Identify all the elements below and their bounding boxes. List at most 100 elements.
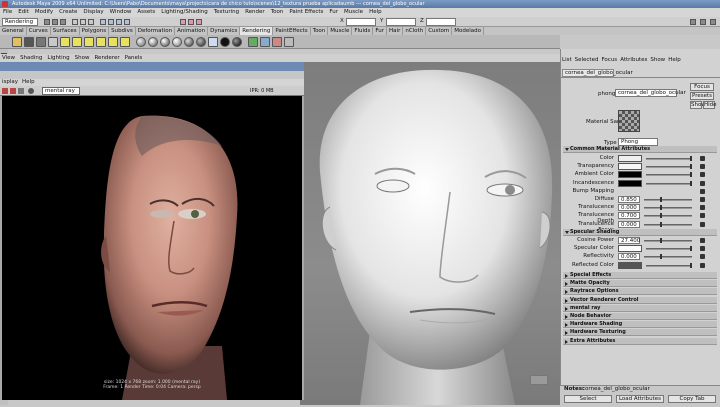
show-attribute-editor-icon[interactable] bbox=[690, 19, 696, 25]
attr-slider[interactable] bbox=[646, 182, 692, 185]
show-channel-box-icon[interactable] bbox=[700, 19, 706, 25]
renderer-dropdown[interactable]: mental ray bbox=[42, 87, 80, 95]
attr-value-field[interactable]: 0.000 bbox=[618, 220, 640, 228]
map-texture-icon[interactable] bbox=[700, 254, 705, 260]
shelf-tab-fluids[interactable]: Fluids bbox=[352, 27, 374, 35]
shelf-tab-subdivs[interactable]: Subdivs bbox=[109, 27, 136, 35]
viewport-menu-shading[interactable]: Shading bbox=[20, 55, 42, 61]
attr-value-field[interactable]: 0.000 bbox=[618, 204, 640, 212]
ae-menu-selected[interactable]: Selected bbox=[575, 57, 599, 63]
shelf-tab-custom[interactable]: Custom bbox=[426, 27, 453, 35]
map-texture-icon[interactable] bbox=[700, 197, 705, 202]
slider-knob[interactable] bbox=[690, 180, 692, 186]
menu-set-selector[interactable]: Rendering bbox=[2, 18, 38, 26]
attr-color-swatch[interactable] bbox=[618, 163, 642, 171]
shelf-tab-muscle[interactable]: Muscle bbox=[328, 27, 353, 35]
menu-toon[interactable]: Toon bbox=[271, 9, 284, 15]
shelf-tab-dynamics[interactable]: Dynamics bbox=[208, 27, 241, 35]
use-background-icon[interactable] bbox=[232, 37, 242, 47]
new-scene-icon[interactable] bbox=[44, 19, 50, 25]
menu-file[interactable]: File bbox=[3, 9, 12, 15]
select-component-icon[interactable] bbox=[88, 19, 94, 25]
slider-knob[interactable] bbox=[690, 246, 692, 252]
ipr-render-icon[interactable] bbox=[188, 19, 194, 25]
attr-slider[interactable] bbox=[644, 215, 692, 218]
select-object-icon[interactable] bbox=[80, 19, 86, 25]
map-texture-icon[interactable] bbox=[700, 156, 705, 161]
render-view-menu-isplay[interactable]: isplay bbox=[2, 79, 18, 85]
ipr-icon[interactable] bbox=[36, 37, 46, 47]
menu-window[interactable]: Window bbox=[110, 9, 132, 15]
lambert-shader-icon[interactable] bbox=[136, 37, 146, 47]
menu-texturing[interactable]: Texturing bbox=[214, 9, 239, 15]
slider-knob[interactable] bbox=[690, 172, 692, 178]
hypershade-icon[interactable] bbox=[260, 37, 270, 47]
attr-value-field[interactable]: 27.400 bbox=[618, 237, 640, 244]
viewport-menu-renderer[interactable]: Renderer bbox=[94, 55, 119, 61]
render-globals-icon[interactable] bbox=[48, 37, 58, 47]
render-current-frame-icon[interactable] bbox=[24, 37, 34, 47]
attr-color-swatch[interactable] bbox=[618, 155, 642, 162]
slider-knob[interactable] bbox=[690, 156, 692, 161]
y-field[interactable] bbox=[386, 18, 416, 26]
phong-shader-icon[interactable] bbox=[160, 37, 170, 47]
shelf-tab-animation[interactable]: Animation bbox=[175, 27, 209, 35]
render-settings-icon[interactable] bbox=[196, 19, 202, 25]
map-texture-icon[interactable] bbox=[700, 172, 705, 178]
batch-render-icon[interactable] bbox=[284, 37, 294, 47]
section-hardware-shading[interactable]: Hardware Shading bbox=[563, 321, 717, 329]
attr-slider[interactable] bbox=[644, 240, 692, 242]
copy-tab-button[interactable]: Copy Tab bbox=[668, 395, 716, 403]
phonge-shader-icon[interactable] bbox=[172, 37, 182, 47]
attr-slider[interactable] bbox=[644, 256, 692, 259]
specular-shading-section[interactable]: Specular Shading bbox=[563, 229, 717, 236]
menu-muscle[interactable]: Muscle bbox=[344, 9, 363, 15]
shelf-tab-curves[interactable]: Curves bbox=[27, 27, 51, 35]
presets-button[interactable]: Presets bbox=[690, 92, 714, 100]
attr-color-swatch[interactable] bbox=[618, 245, 642, 253]
map-texture-icon[interactable] bbox=[700, 213, 705, 219]
point-light-icon[interactable] bbox=[84, 37, 94, 47]
section-extra-attributes[interactable]: Extra Attributes bbox=[563, 337, 717, 345]
save-scene-icon[interactable] bbox=[60, 19, 66, 25]
menu-modify[interactable]: Modify bbox=[35, 9, 53, 15]
render-globals-icon[interactable] bbox=[28, 88, 34, 94]
slider-knob[interactable] bbox=[660, 221, 662, 227]
render-view-icon[interactable] bbox=[272, 37, 282, 47]
attr-slider[interactable] bbox=[646, 248, 692, 251]
viewport-menu-lighting[interactable]: Lighting bbox=[47, 55, 69, 61]
attr-slider[interactable] bbox=[646, 174, 692, 177]
map-texture-icon[interactable] bbox=[700, 205, 705, 211]
attribute-editor-tab[interactable]: cornea_del_globo_ocular bbox=[562, 69, 633, 77]
menu-edit[interactable]: Edit bbox=[18, 9, 29, 15]
slider-knob[interactable] bbox=[660, 205, 662, 211]
map-texture-icon[interactable] bbox=[700, 180, 705, 186]
shelf-tab-general[interactable]: General bbox=[0, 27, 27, 35]
menu-display[interactable]: Display bbox=[83, 9, 103, 15]
layered-shader-icon[interactable] bbox=[196, 37, 206, 47]
ae-menu-list[interactable]: List bbox=[562, 57, 572, 63]
shelf-tab-rendering[interactable]: Rendering bbox=[240, 27, 274, 35]
map-texture-icon[interactable] bbox=[700, 262, 705, 268]
render-frame-icon[interactable] bbox=[180, 19, 186, 25]
attr-color-swatch[interactable] bbox=[618, 171, 642, 179]
shelf-tab-painteffects[interactable]: PaintEffects bbox=[273, 27, 311, 35]
select-button[interactable]: Select bbox=[564, 395, 612, 403]
map-texture-icon[interactable] bbox=[700, 188, 705, 194]
area-light-icon[interactable] bbox=[108, 37, 118, 47]
surface-shader-icon[interactable] bbox=[220, 37, 230, 47]
node-name-field[interactable]: cornea_del_globo_ocular bbox=[615, 89, 686, 97]
perspective-viewport[interactable] bbox=[300, 62, 562, 405]
hide-button[interactable]: Hide bbox=[703, 101, 717, 109]
directional-light-icon[interactable] bbox=[72, 37, 82, 47]
show-button[interactable]: Show bbox=[690, 101, 706, 109]
menu-lighting-shading[interactable]: Lighting/Shading bbox=[161, 9, 207, 15]
redo-render-icon[interactable] bbox=[2, 88, 8, 94]
viewport-menu-view[interactable]: View bbox=[2, 55, 15, 61]
slider-knob[interactable] bbox=[660, 254, 662, 260]
ramp-shader-icon[interactable] bbox=[208, 37, 218, 47]
map-texture-icon[interactable] bbox=[700, 221, 705, 227]
ipr-render-button-icon[interactable] bbox=[10, 88, 16, 94]
section-special-effects[interactable]: Special Effects bbox=[563, 272, 717, 279]
attr-slider[interactable] bbox=[646, 158, 692, 160]
